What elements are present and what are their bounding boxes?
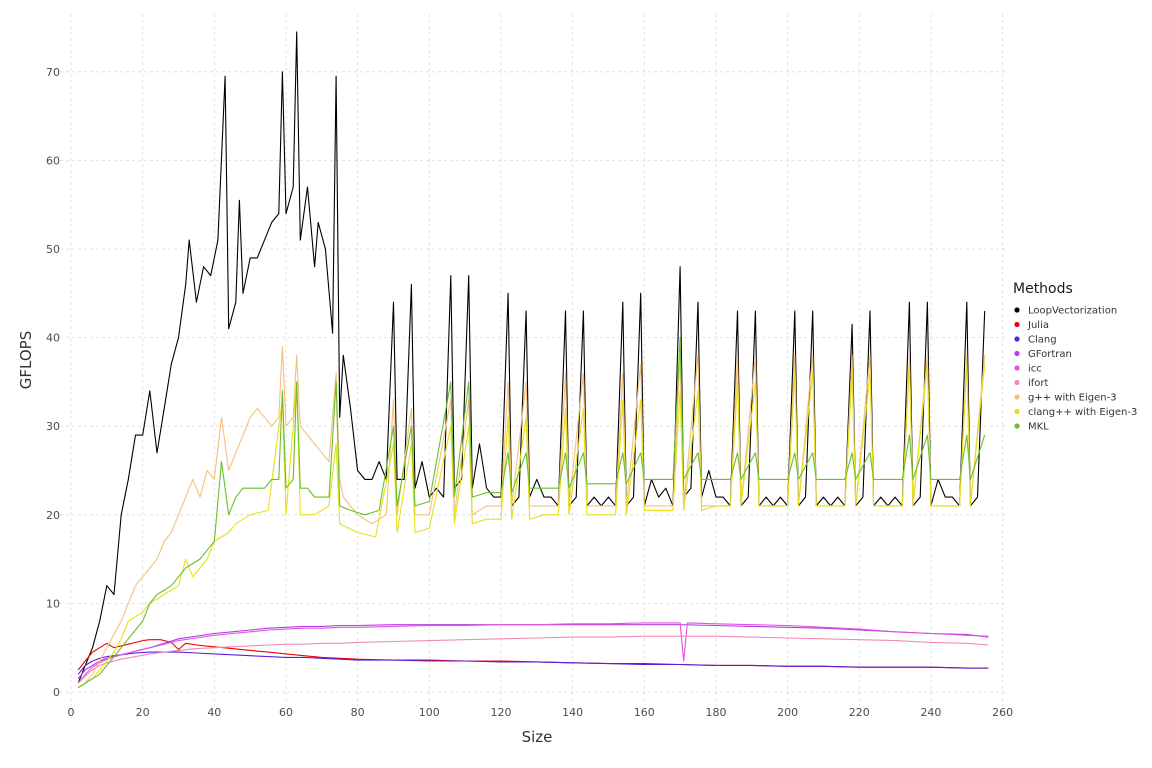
legend-key-6 <box>1014 394 1020 400</box>
legend-label-6: g++ with Eigen-3 <box>1028 393 1117 404</box>
y-tick-label: 0 <box>53 686 60 699</box>
x-tick-label: 200 <box>777 706 798 719</box>
legend-label-0: LoopVectorization <box>1028 306 1117 317</box>
y-tick-label: 10 <box>46 597 60 610</box>
y-tick-label: 30 <box>46 420 60 433</box>
chart-background <box>0 0 1152 768</box>
legend-label-7: clang++ with Eigen-3 <box>1028 407 1137 418</box>
legend-label-3: GFortran <box>1028 349 1072 360</box>
gflops-line-chart: 0 20 40 60 80 100 120 140 160 180 200 220 240 260 0 10 2… <box>0 0 1152 768</box>
legend-label-5: ifort <box>1028 378 1049 389</box>
x-tick-label: 260 <box>992 706 1013 719</box>
legend-label-4: icc <box>1028 364 1042 375</box>
x-tick-label: 240 <box>920 706 941 719</box>
x-tick-label: 0 <box>68 706 75 719</box>
x-axis-title: Size <box>522 728 553 746</box>
x-tick-label: 80 <box>351 706 365 719</box>
legend-key-8 <box>1014 423 1020 429</box>
y-tick-label: 60 <box>46 154 60 167</box>
legend-key-3 <box>1014 350 1020 357</box>
legend-label-1: Julia <box>1027 320 1049 331</box>
legend-key-2 <box>1014 336 1020 342</box>
x-tick-label: 20 <box>136 706 150 719</box>
legend-label-2: Clang <box>1028 335 1057 346</box>
legend-key-0 <box>1014 307 1020 313</box>
legend-label-8: MKL <box>1028 422 1049 433</box>
y-axis-title: GFLOPS <box>17 331 35 389</box>
legend-key-7 <box>1014 408 1020 415</box>
x-tick-label: 40 <box>207 706 221 719</box>
legend-key-1 <box>1014 321 1020 328</box>
legend-key-5 <box>1014 379 1020 386</box>
x-tick-label: 140 <box>562 706 583 719</box>
legend-key-4 <box>1014 365 1020 371</box>
y-tick-label: 50 <box>46 243 60 256</box>
x-tick-label: 120 <box>490 706 511 719</box>
y-tick-label: 70 <box>46 66 60 79</box>
legend-title: Methods <box>1013 281 1073 297</box>
x-tick-label: 220 <box>849 706 870 719</box>
x-tick-label: 160 <box>634 706 655 719</box>
x-tick-label: 180 <box>705 706 726 719</box>
x-tick-label: 100 <box>419 706 440 719</box>
y-tick-label: 40 <box>46 332 60 345</box>
x-tick-label: 60 <box>279 706 293 719</box>
y-tick-label: 20 <box>46 509 60 522</box>
